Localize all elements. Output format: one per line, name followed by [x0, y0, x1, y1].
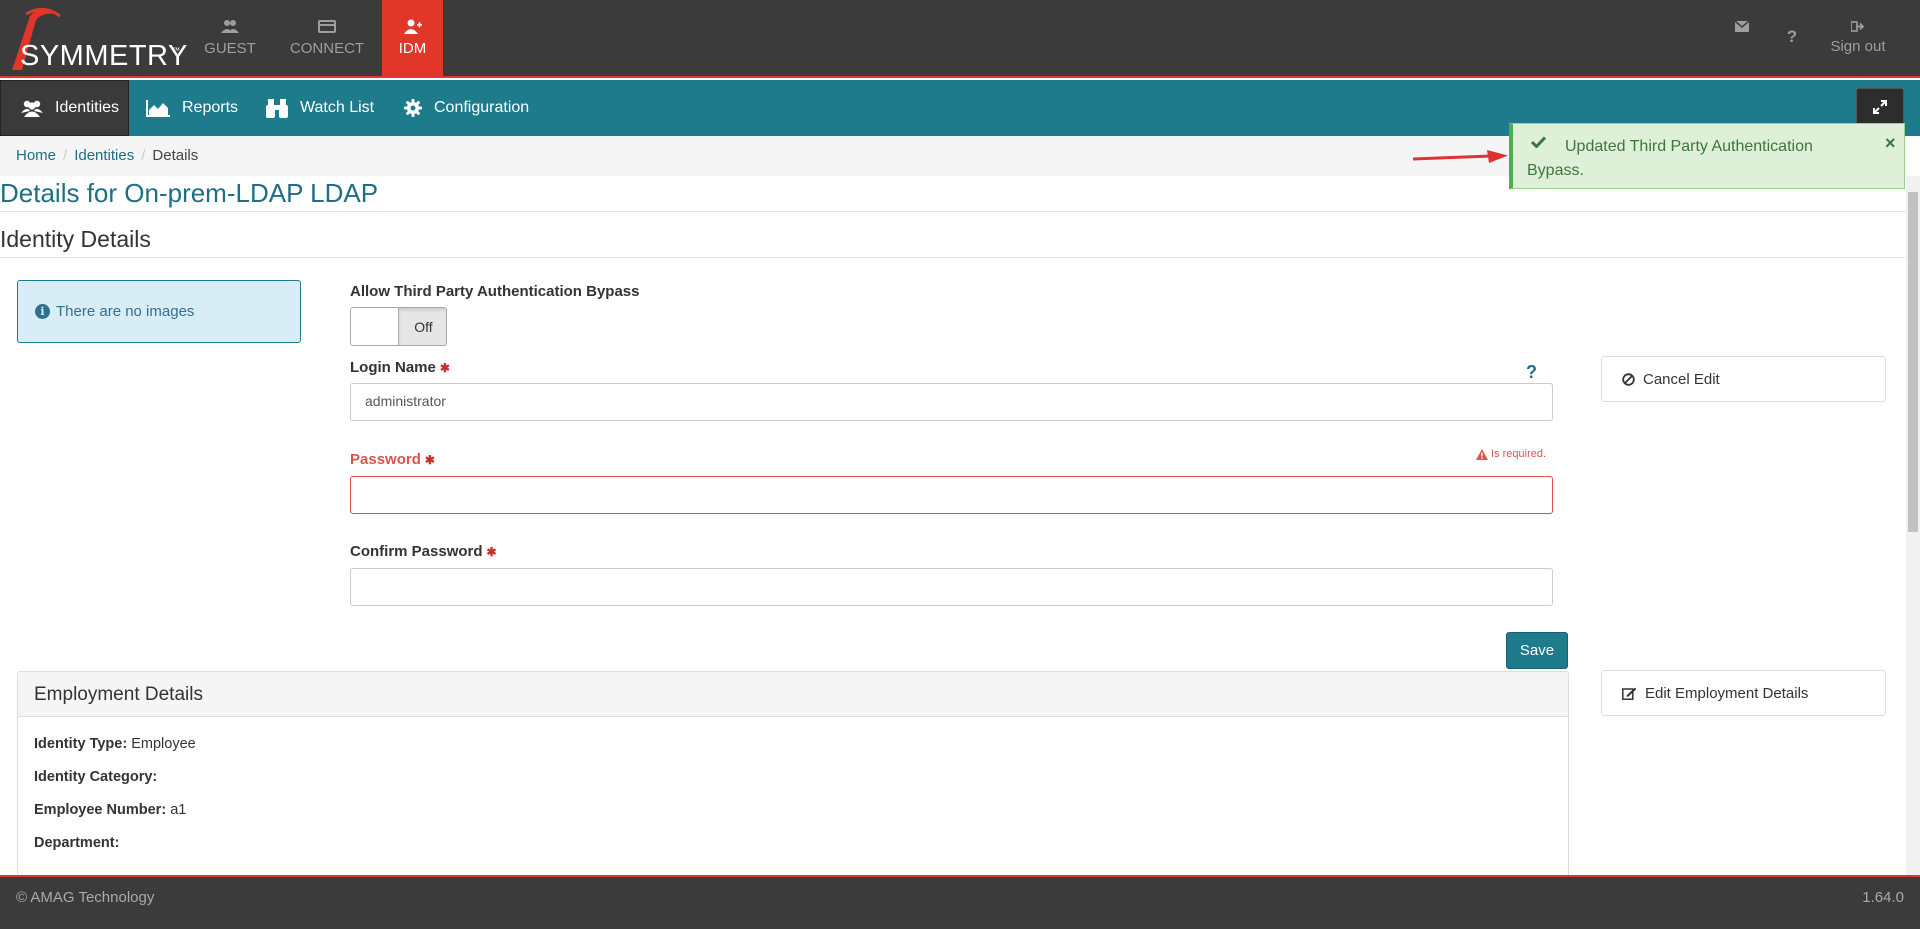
required-icon: ✱ — [486, 545, 497, 559]
expand-icon — [1873, 100, 1887, 114]
fullscreen-button[interactable] — [1856, 88, 1904, 126]
save-button[interactable]: Save — [1506, 632, 1568, 669]
sign-out-button[interactable]: Sign out — [1822, 0, 1894, 76]
success-toast: Updated Third Party Authentication Bypas… — [1509, 123, 1905, 189]
nav-identities-label: Identities — [55, 99, 120, 116]
symmetry-logo[interactable]: SYMMETRY ™ — [8, 6, 187, 72]
envelope-icon — [1734, 20, 1750, 32]
section-title: Identity Details — [0, 226, 151, 252]
breadcrumb-separator: / — [63, 147, 68, 164]
area-chart-icon — [146, 99, 170, 117]
identity-type-field: Identity Type: Employee — [34, 736, 196, 752]
password-label: Password ✱ — [350, 451, 435, 468]
sign-out-label: Sign out — [1830, 38, 1886, 55]
nav-watch-list-label: Watch List — [300, 99, 375, 116]
employment-panel: Employment Details Identity Type: Employ… — [17, 671, 1569, 875]
page-scrollbar[interactable] — [1906, 176, 1920, 875]
module-connect[interactable]: CONNECT — [283, 0, 371, 76]
brand-trademark: ™ — [172, 46, 180, 55]
version: 1.64.0 — [1862, 889, 1904, 906]
employee-number-field: Employee Number: a1 — [34, 802, 187, 818]
page-title: Details for On-prem-LDAP LDAP — [0, 178, 379, 208]
divider — [0, 257, 1906, 258]
department-field: Department: — [34, 835, 120, 851]
scrollbar-thumb[interactable] — [1908, 192, 1918, 532]
nav-reports-label: Reports — [182, 99, 239, 116]
module-idm[interactable]: IDM — [382, 0, 443, 76]
user-plus-icon — [403, 19, 422, 34]
edit-employment-button[interactable]: Edit Employment Details — [1601, 670, 1886, 716]
module-guest-label: GUEST — [204, 40, 256, 57]
annotation-arrow-icon — [1413, 150, 1508, 163]
users-icon — [21, 100, 43, 117]
brand-name: SYMMETRY — [20, 40, 188, 72]
password-error-text: Is required. — [1491, 448, 1547, 460]
help-button[interactable]: ? — [1782, 0, 1802, 76]
copyright: © AMAG Technology — [16, 889, 155, 906]
nav-configuration[interactable]: Configuration — [404, 80, 529, 136]
breadcrumb-home[interactable]: Home — [16, 147, 56, 164]
module-connect-label: CONNECT — [289, 40, 365, 57]
cancel-edit-label: Cancel Edit — [1643, 370, 1720, 388]
warning-icon — [1476, 448, 1488, 460]
gear-icon — [404, 99, 422, 117]
breadcrumb-details: Details — [152, 147, 199, 164]
sign-out-icon — [1851, 21, 1865, 32]
messages-button[interactable] — [1732, 0, 1752, 76]
breadcrumb-identities[interactable]: Identities — [74, 147, 134, 164]
breadcrumb-separator: / — [141, 147, 146, 164]
users-icon — [221, 20, 239, 33]
help-icon[interactable]: ? — [1526, 362, 1537, 383]
confirm-password-label: Confirm Password ✱ — [350, 543, 497, 560]
login-name-input[interactable]: administrator — [350, 383, 1553, 421]
required-icon: ✱ — [424, 453, 435, 467]
bypass-label: Allow Third Party Authentication Bypass — [350, 283, 640, 300]
ban-icon — [1622, 372, 1635, 386]
bypass-toggle-state: Off — [398, 308, 446, 345]
close-icon[interactable]: × — [1885, 133, 1896, 154]
required-icon: ✱ — [439, 361, 450, 375]
divider — [0, 211, 1906, 212]
cancel-edit-button[interactable]: Cancel Edit — [1601, 356, 1886, 402]
confirm-password-input[interactable] — [350, 568, 1553, 606]
nav-configuration-label: Configuration — [434, 99, 530, 116]
employment-panel-title: Employment Details — [18, 672, 1568, 717]
toast-message: Updated Third Party Authentication Bypas… — [1527, 138, 1813, 179]
info-icon: i — [35, 304, 50, 319]
identity-category-field: Identity Category: — [34, 769, 158, 785]
login-name-label: Login Name ✱ — [350, 359, 450, 376]
nav-reports[interactable]: Reports — [146, 80, 238, 136]
nav-watch-list[interactable]: Watch List — [266, 80, 374, 136]
card-icon — [318, 20, 336, 33]
password-input[interactable] — [350, 476, 1553, 514]
module-guest[interactable]: GUEST — [186, 0, 274, 76]
bypass-toggle[interactable]: Off — [350, 307, 447, 346]
password-error: Is required. — [1476, 448, 1546, 460]
footer: © AMAG Technology 1.64.0 — [0, 875, 1920, 929]
nav-identities[interactable]: Identities — [0, 80, 129, 136]
no-images-text: There are no images — [56, 303, 195, 320]
no-images-notice: i There are no images — [17, 280, 301, 343]
binoculars-icon — [266, 98, 288, 118]
help-icon: ? — [1786, 27, 1798, 46]
edit-icon — [1622, 687, 1637, 700]
module-idm-label: IDM — [398, 40, 427, 57]
top-bar: SYMMETRY ™ GUEST CONNECT IDM ? Sign out — [0, 0, 1920, 78]
edit-employment-label: Edit Employment Details — [1645, 684, 1809, 702]
